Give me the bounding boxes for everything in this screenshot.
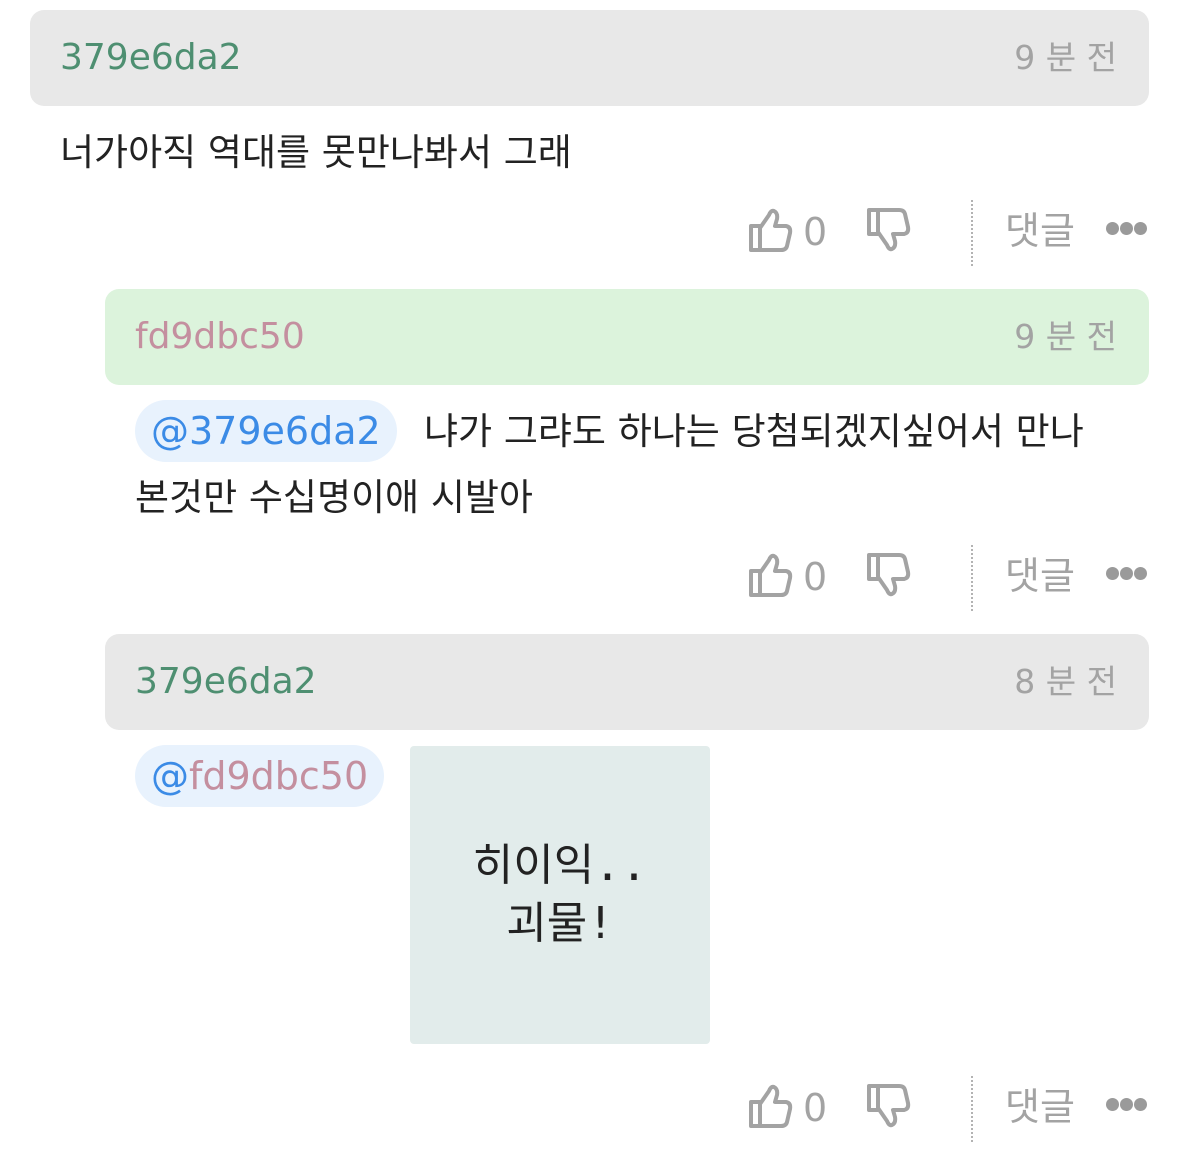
comment-text-line: 냐가 그랴도 하나는 당첨되겠지싶어서 만나 — [424, 410, 1084, 453]
like-count: 0 — [803, 210, 828, 254]
comment-time: 9 분 전 — [1014, 38, 1117, 77]
reply-button[interactable]: 댓글 — [1005, 1082, 1075, 1132]
mention-tag[interactable]: @fd9dbc50 — [135, 745, 385, 807]
comment-time: 8 분 전 — [1014, 662, 1117, 701]
thumbs-down-icon[interactable] — [866, 1082, 912, 1130]
action-divider — [971, 200, 973, 266]
action-divider — [971, 545, 973, 611]
sticker-image[interactable]: 히이익.. 괴물! — [410, 746, 710, 1044]
comment-header: fd9dbc50 9 분 전 — [105, 289, 1149, 385]
like-count: 0 — [803, 555, 828, 599]
sticker-text: 히이익.. — [472, 840, 648, 891]
thumbs-up-icon[interactable] — [748, 551, 794, 599]
comment-author[interactable]: 379e6da2 — [60, 37, 242, 79]
comment-author[interactable]: 379e6da2 — [135, 661, 317, 703]
mention-name: 379e6da2 — [189, 409, 381, 453]
comment-time: 9 분 전 — [1014, 317, 1117, 356]
comment-actions: 0 댓글 — [740, 545, 1160, 611]
thumbs-down-icon[interactable] — [866, 206, 912, 254]
comment-thread: 379e6da2 9 분 전 너가아직 역대를 못만나봐서 그래 0 댓글 fd… — [0, 0, 1179, 1155]
mention-name: fd9dbc50 — [189, 754, 369, 798]
comment-actions: 0 댓글 — [740, 200, 1160, 266]
mention-at-symbol: @ — [151, 409, 189, 453]
comment-text: 너가아직 역대를 못만나봐서 그래 — [60, 131, 572, 174]
comment-author[interactable]: fd9dbc50 — [135, 316, 305, 358]
thumbs-up-icon[interactable] — [748, 1082, 794, 1130]
comment-header: 379e6da2 9 분 전 — [30, 10, 1149, 106]
more-dots-icon[interactable] — [1106, 1098, 1148, 1112]
more-dots-icon[interactable] — [1106, 567, 1148, 581]
sticker-text: 괴물! — [506, 898, 614, 949]
more-dots-icon[interactable] — [1106, 222, 1148, 236]
comment-actions: 0 댓글 — [740, 1076, 1160, 1142]
comment-text-line: 본것만 수십명이애 시발아 — [135, 476, 533, 519]
like-count: 0 — [803, 1086, 828, 1130]
comment-header: 379e6da2 8 분 전 — [105, 634, 1149, 730]
reply-button[interactable]: 댓글 — [1005, 551, 1075, 601]
thumbs-up-icon[interactable] — [748, 206, 794, 254]
reply-button[interactable]: 댓글 — [1005, 206, 1075, 256]
mention-at-symbol: @ — [151, 754, 189, 798]
mention-tag[interactable]: @379e6da2 — [135, 400, 397, 462]
action-divider — [971, 1076, 973, 1142]
thumbs-down-icon[interactable] — [866, 551, 912, 599]
